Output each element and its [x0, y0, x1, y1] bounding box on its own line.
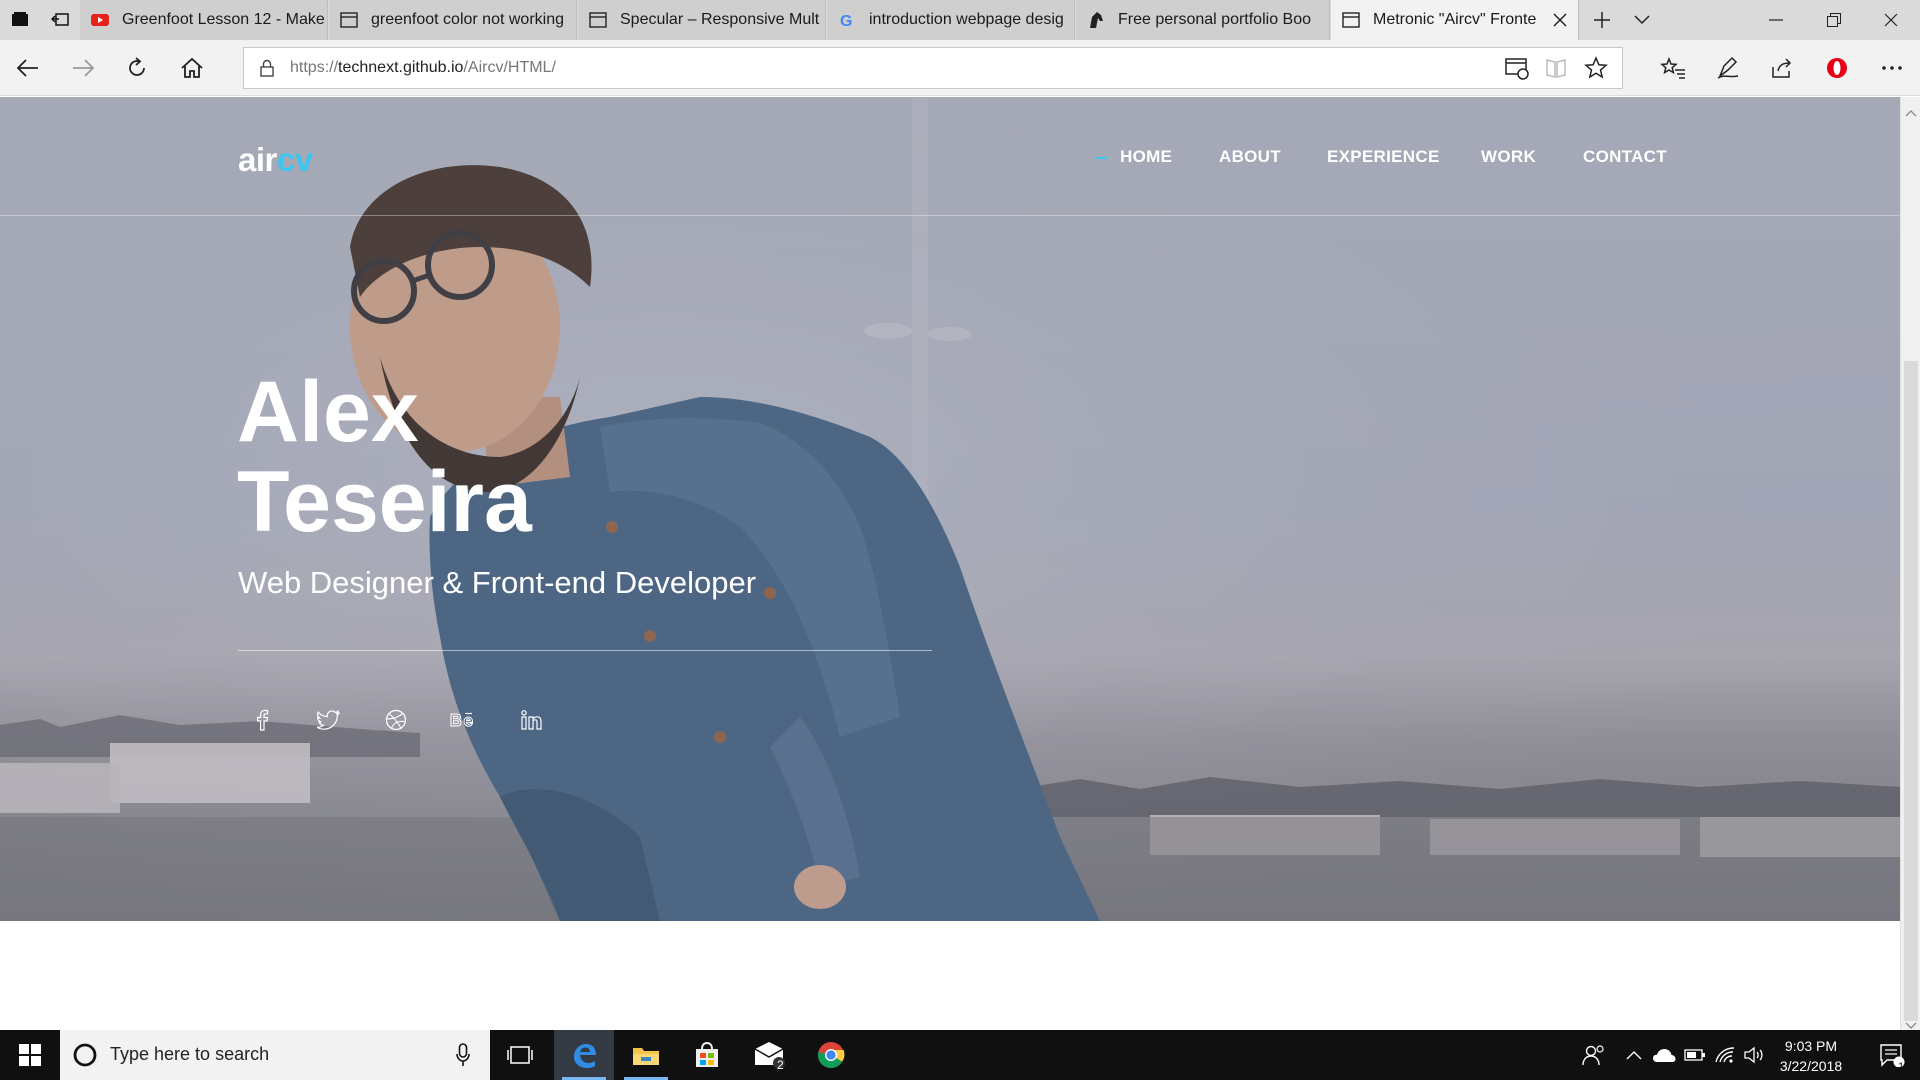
clock-date: 3/22/2018 [1779, 1058, 1843, 1074]
tab-title: Specular – Responsive Mult [620, 11, 820, 28]
favorite-star-icon[interactable] [1584, 56, 1608, 84]
microphone-icon[interactable] [456, 1043, 470, 1071]
tab-specular[interactable]: Specular – Responsive Mult [578, 0, 826, 40]
hero-section: aircv HOME ABOUT EXPERIENCE WORK CONTACT… [0, 97, 1900, 921]
tab-actions-icon[interactable] [0, 0, 40, 40]
share-icon[interactable] [1762, 48, 1802, 88]
hero-first-name: Alex [237, 364, 419, 460]
nav-about[interactable]: ABOUT [1219, 147, 1281, 167]
more-options-icon[interactable] [1872, 48, 1912, 88]
new-tab-icon[interactable] [1582, 0, 1622, 40]
wifi-icon[interactable] [1711, 1030, 1739, 1080]
url-scheme: https:// [290, 59, 339, 76]
tab-free-portfolio[interactable]: Free personal portfolio Boo [1076, 0, 1330, 40]
add-notes-to-favorites-icon[interactable] [1504, 56, 1530, 84]
tab-greenfoot-lesson[interactable]: Greenfoot Lesson 12 - Make [80, 0, 328, 40]
tab-title: Metronic "Aircv" Fronte [1373, 11, 1537, 28]
google-icon: G [837, 10, 857, 30]
address-bar[interactable]: https://technext.github.io/Aircv/HTML/ [243, 47, 1623, 89]
site-nav: HOME ABOUT EXPERIENCE WORK CONTACT [0, 147, 1900, 177]
hero-name: Alex Teseira [237, 367, 532, 547]
header-divider [0, 215, 1900, 216]
nav-experience[interactable]: EXPERIENCE [1327, 147, 1440, 167]
tab-title: Free personal portfolio Boo [1118, 11, 1311, 28]
cortana-icon [72, 1042, 98, 1072]
opera-extension-icon[interactable] [1817, 48, 1857, 88]
url-text[interactable]: https://technext.github.io/Aircv/HTML/ [290, 59, 556, 77]
svg-text:G: G [840, 13, 852, 29]
scroll-thumb[interactable] [1904, 361, 1918, 1021]
chrome-icon[interactable] [801, 1030, 861, 1080]
mail-icon[interactable]: 2 [739, 1030, 799, 1080]
page-icon [339, 10, 359, 30]
url-path: /Aircv/HTML/ [463, 59, 556, 76]
task-view-icon[interactable] [490, 1030, 550, 1080]
edge-browser-icon[interactable] [554, 1030, 614, 1080]
nav-contact[interactable]: CONTACT [1583, 147, 1667, 167]
page-viewport: aircv HOME ABOUT EXPERIENCE WORK CONTACT… [0, 97, 1900, 1030]
facebook-icon[interactable] [246, 704, 278, 736]
horse-icon [1086, 10, 1106, 30]
taskbar-search-box[interactable]: Type here to search [60, 1030, 490, 1080]
behance-icon[interactable] [447, 704, 479, 736]
clock-time: 9:03 PM [1784, 1038, 1838, 1054]
nav-work[interactable]: WORK [1481, 147, 1536, 167]
search-placeholder: Type here to search [110, 1044, 270, 1064]
restore-icon[interactable] [1805, 0, 1863, 40]
microsoft-store-icon[interactable] [677, 1030, 737, 1080]
onedrive-cloud-icon[interactable] [1650, 1030, 1678, 1080]
page-icon [1341, 10, 1361, 30]
forward-arrow-icon[interactable] [63, 48, 103, 88]
hero-divider [238, 650, 932, 651]
windows-start-icon[interactable] [0, 1030, 60, 1080]
tab-preview-chevron-icon[interactable] [1622, 0, 1662, 40]
close-window-icon[interactable] [1862, 0, 1920, 40]
notification-count: 1 [1898, 1061, 1905, 1073]
tab-title: greenfoot color not working [371, 11, 564, 28]
file-explorer-icon[interactable] [616, 1030, 676, 1080]
web-note-pen-icon[interactable] [1708, 48, 1748, 88]
action-center-icon[interactable]: 1 [1868, 1030, 1916, 1080]
reading-view-icon[interactable] [1544, 56, 1568, 84]
browser-tab-strip: Greenfoot Lesson 12 - Make greenfoot col… [0, 0, 1920, 40]
tab-title: introduction webpage desig [869, 11, 1064, 28]
scroll-up-chevron-icon[interactable] [1905, 102, 1917, 121]
mail-badge: 2 [777, 1058, 784, 1072]
browser-toolbar: https://technext.github.io/Aircv/HTML/ [0, 40, 1920, 96]
nav-home[interactable]: HOME [1120, 147, 1172, 167]
page-icon [588, 10, 608, 30]
tab-title: Greenfoot Lesson 12 - Make [122, 11, 325, 28]
show-hidden-icons-chevron-icon[interactable] [1620, 1030, 1648, 1080]
tab-greenfoot-color[interactable]: greenfoot color not working [329, 0, 577, 40]
hero-last-name: Teseira [237, 454, 532, 550]
back-arrow-icon[interactable] [8, 48, 48, 88]
system-clock[interactable]: 9:03 PM 3/22/2018 [1766, 1036, 1856, 1076]
volume-icon[interactable] [1740, 1030, 1768, 1080]
active-nav-indicator [1095, 157, 1107, 159]
home-icon[interactable] [172, 48, 212, 88]
set-tabs-aside-icon[interactable] [40, 0, 80, 40]
url-host: technext.github.io [338, 59, 464, 76]
twitter-icon[interactable] [313, 704, 345, 736]
hero-role: Web Designer & Front-end Developer [238, 565, 757, 600]
refresh-icon[interactable] [117, 48, 157, 88]
battery-icon[interactable] [1681, 1030, 1709, 1080]
tab-introduction-webpage[interactable]: G introduction webpage desig [827, 0, 1075, 40]
linkedin-icon[interactable] [515, 704, 547, 736]
page-scrollbar[interactable] [1900, 97, 1920, 1030]
favorites-hub-icon[interactable] [1653, 48, 1693, 88]
lock-icon [260, 59, 274, 81]
people-icon[interactable] [1574, 1030, 1614, 1080]
minimize-icon[interactable] [1747, 0, 1805, 40]
windows-taskbar: Type here to search 2 9:03 PM 3/22/2018 … [0, 1030, 1920, 1080]
dribbble-icon[interactable] [380, 704, 412, 736]
youtube-icon [90, 10, 110, 30]
tab-metronic-aircv[interactable]: Metronic "Aircv" Fronte [1331, 0, 1579, 40]
close-tab-icon[interactable] [1550, 10, 1570, 30]
